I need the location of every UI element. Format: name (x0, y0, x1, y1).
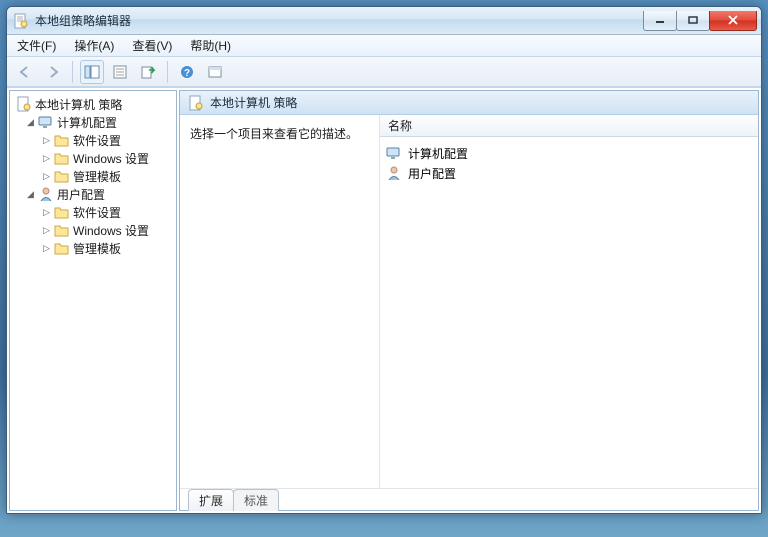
expand-icon[interactable]: ▷ (42, 171, 51, 182)
description-column: 选择一个项目来查看它的描述。 (180, 115, 380, 488)
tree-root-node[interactable]: 本地计算机 策略 (12, 95, 174, 113)
app-icon (13, 13, 29, 29)
tree-node-computer[interactable]: ◢ 计算机配置 (12, 113, 174, 131)
tree-node-templates[interactable]: ▷ 管理模板 (12, 167, 174, 185)
menu-help[interactable]: 帮助(H) (186, 35, 235, 56)
window-buttons (644, 11, 757, 31)
titlebar[interactable]: 本地组策略编辑器 (7, 7, 761, 35)
column-header-name[interactable]: 名称 (380, 115, 758, 137)
menu-view[interactable]: 查看(V) (128, 35, 176, 56)
expand-icon[interactable]: ▷ (42, 207, 51, 218)
toolbar-separator (167, 61, 168, 83)
list-item-computer[interactable]: 计算机配置 (386, 143, 752, 163)
computer-icon (38, 114, 54, 130)
user-icon (38, 186, 54, 202)
folder-icon (54, 240, 70, 256)
help-button[interactable]: ? (175, 60, 199, 84)
computer-icon (386, 145, 402, 161)
window-title: 本地组策略编辑器 (35, 12, 644, 29)
collapse-icon[interactable]: ◢ (26, 117, 35, 128)
list-item-label: 用户配置 (408, 165, 456, 182)
menubar: 文件(F) 操作(A) 查看(V) 帮助(H) (7, 35, 761, 57)
folder-icon (54, 168, 70, 184)
show-tree-button[interactable] (80, 60, 104, 84)
tree-pane[interactable]: 本地计算机 策略 ◢ 计算机配置 ▷ 软件设置 ▷ Wi (9, 90, 177, 511)
svg-text:?: ? (184, 68, 190, 79)
tree-node-windows[interactable]: ▷ Windows 设置 (12, 221, 174, 239)
tree-node-label: 计算机配置 (57, 114, 117, 131)
list-item-user[interactable]: 用户配置 (386, 163, 752, 183)
tree-node-label: 管理模板 (73, 168, 121, 185)
forward-button[interactable] (41, 60, 65, 84)
back-button[interactable] (13, 60, 37, 84)
folder-icon (54, 222, 70, 238)
menu-file[interactable]: 文件(F) (13, 35, 60, 56)
details-pane: 本地计算机 策略 选择一个项目来查看它的描述。 名称 计算机 (179, 90, 759, 511)
tree-node-label: 软件设置 (73, 132, 121, 149)
tab-extended[interactable]: 扩展 (188, 489, 234, 511)
tree-node-software[interactable]: ▷ 软件设置 (12, 131, 174, 149)
details-header: 本地计算机 策略 (180, 91, 758, 115)
close-button[interactable] (709, 11, 757, 31)
tree-node-label: 软件设置 (73, 204, 121, 221)
tree-node-label: 管理模板 (73, 240, 121, 257)
policy-icon (16, 96, 32, 112)
folder-icon (54, 204, 70, 220)
tabs-strip: 扩展 标准 (180, 488, 758, 510)
tree-node-templates[interactable]: ▷ 管理模板 (12, 239, 174, 257)
tab-standard[interactable]: 标准 (233, 489, 279, 511)
tree-node-label: 用户配置 (57, 186, 105, 203)
maximize-button[interactable] (676, 11, 710, 31)
expand-icon[interactable]: ▷ (42, 135, 51, 146)
minimize-button[interactable] (643, 11, 677, 31)
tree-node-windows[interactable]: ▷ Windows 设置 (12, 149, 174, 167)
details-body: 选择一个项目来查看它的描述。 名称 计算机配置 (180, 115, 758, 488)
item-list: 名称 计算机配置 用户配置 (380, 115, 758, 488)
tree-node-software[interactable]: ▷ 软件设置 (12, 203, 174, 221)
details-header-title: 本地计算机 策略 (210, 94, 297, 111)
user-icon (386, 165, 402, 181)
tab-label: 标准 (244, 494, 268, 508)
description-prompt: 选择一个项目来查看它的描述。 (190, 127, 358, 141)
expand-icon[interactable]: ▷ (42, 243, 51, 254)
toolbar-separator (72, 61, 73, 83)
tree-node-user[interactable]: ◢ 用户配置 (12, 185, 174, 203)
export-button[interactable] (136, 60, 160, 84)
list-item-label: 计算机配置 (408, 145, 468, 162)
tab-label: 扩展 (199, 494, 223, 508)
tree-node-label: 本地计算机 策略 (35, 96, 122, 113)
folder-icon (54, 132, 70, 148)
filter-button[interactable] (203, 60, 227, 84)
menu-action[interactable]: 操作(A) (70, 35, 118, 56)
list-items: 计算机配置 用户配置 (380, 137, 758, 189)
expand-icon[interactable]: ▷ (42, 153, 51, 164)
tree: 本地计算机 策略 ◢ 计算机配置 ▷ 软件设置 ▷ Wi (10, 91, 176, 261)
tree-node-label: Windows 设置 (73, 150, 149, 167)
collapse-icon[interactable]: ◢ (26, 189, 35, 200)
content-area: 本地计算机 策略 ◢ 计算机配置 ▷ 软件设置 ▷ Wi (7, 87, 761, 513)
tree-node-label: Windows 设置 (73, 222, 149, 239)
policy-icon (188, 95, 204, 111)
toolbar: ? (7, 57, 761, 87)
column-header-label: 名称 (388, 117, 412, 134)
gpedit-window: 本地组策略编辑器 文件(F) 操作(A) 查看(V) 帮助(H) (6, 6, 762, 514)
folder-icon (54, 150, 70, 166)
properties-button[interactable] (108, 60, 132, 84)
expand-icon[interactable]: ▷ (42, 225, 51, 236)
